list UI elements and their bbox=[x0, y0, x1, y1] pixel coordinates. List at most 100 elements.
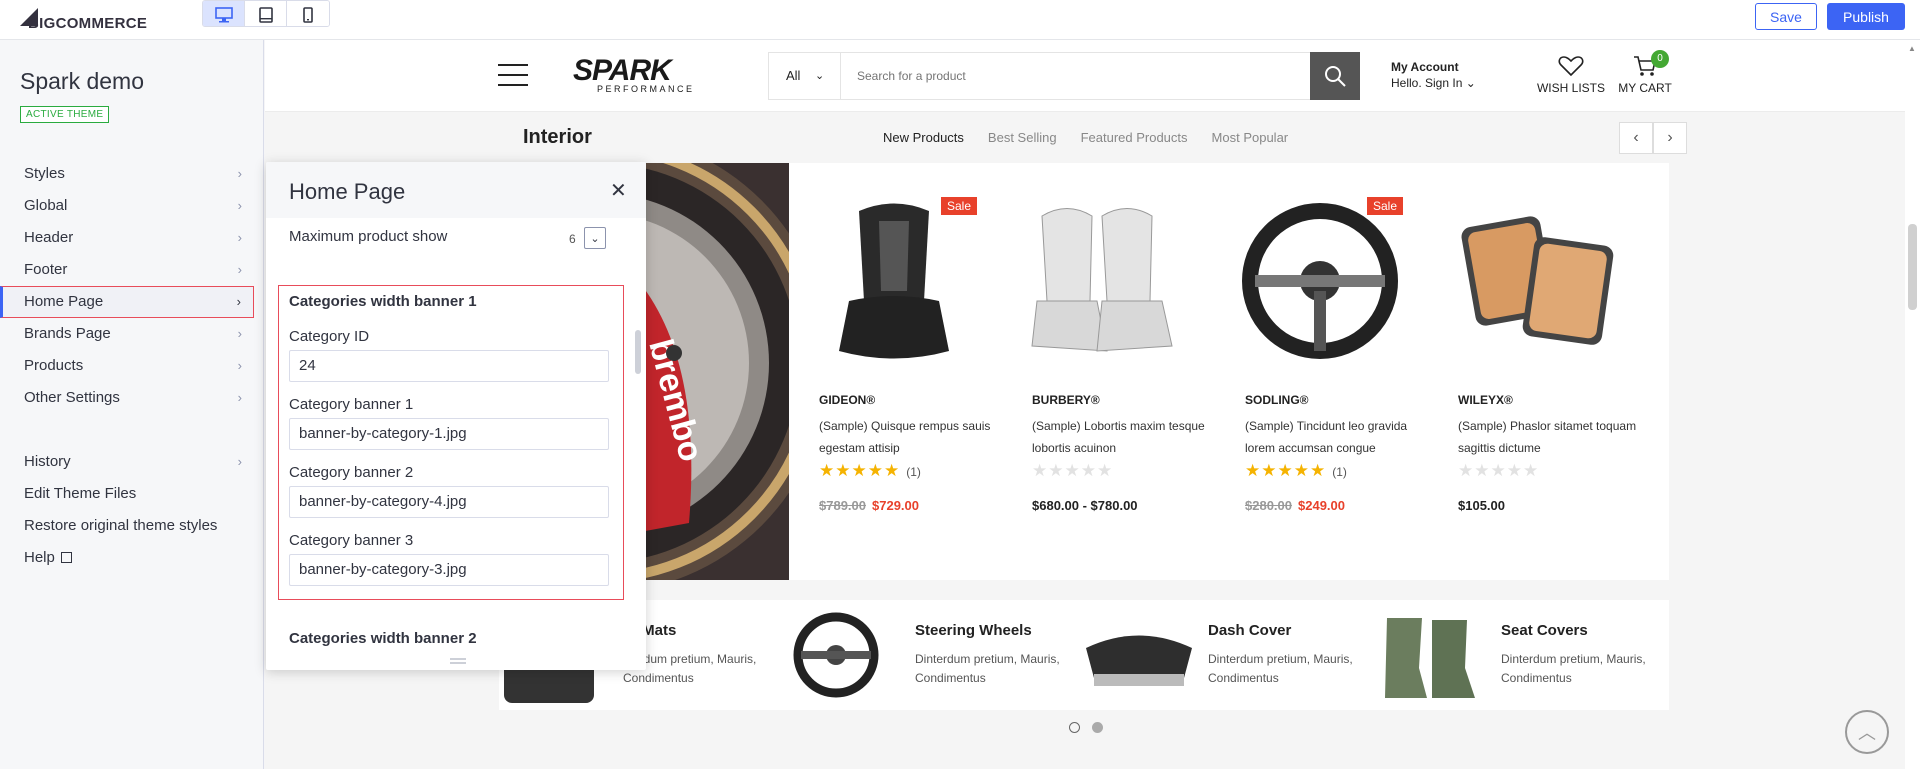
seat-covers-image bbox=[1385, 618, 1475, 698]
product-brand[interactable]: SODLING® bbox=[1245, 393, 1309, 407]
tab-featured-products[interactable]: Featured Products bbox=[1081, 130, 1188, 145]
sale-badge: Sale bbox=[1367, 197, 1404, 215]
panel-title: Home Page bbox=[289, 179, 406, 204]
device-switcher bbox=[202, 0, 330, 27]
chevron-right-icon: › bbox=[237, 166, 242, 181]
bigcommerce-logo[interactable]: BIGCOMMERCE bbox=[20, 8, 147, 32]
sidebar-item-label: Styles bbox=[24, 165, 65, 182]
sidebar-item-other-settings[interactable]: Other Settings › bbox=[0, 382, 254, 414]
logo-suffix: COMMERCE bbox=[55, 14, 148, 32]
carousel-arrows: ‹ › bbox=[1619, 122, 1687, 154]
product-price: $105.00 bbox=[1458, 498, 1505, 513]
max-product-dropdown[interactable]: ⌄ bbox=[584, 227, 606, 249]
search-input[interactable] bbox=[841, 53, 1301, 99]
product-card[interactable]: Sale GIDEON® (Sample) Quisque rempus sau… bbox=[789, 163, 999, 580]
group-title: Categories width banner 1 bbox=[289, 293, 477, 310]
category-banner-3-label: Category banner 3 bbox=[289, 532, 414, 549]
sidebar-item-products[interactable]: Products › bbox=[0, 350, 254, 382]
search-category-select[interactable]: All ⌄ bbox=[769, 53, 841, 99]
product-name[interactable]: (Sample) Phaslor sitamet toquam sagittis… bbox=[1458, 415, 1638, 459]
search-button[interactable] bbox=[1310, 52, 1360, 100]
dash-cover-image bbox=[1086, 635, 1192, 686]
product-card[interactable]: BURBERY® (Sample) Lobortis maxim tesque … bbox=[1002, 163, 1212, 580]
preview-scrollbar[interactable]: ▲ bbox=[1905, 40, 1920, 769]
category-card[interactable]: Seat Covers Dinterdum pretium, Mauris, C… bbox=[1377, 600, 1669, 710]
group-title: Categories width banner 2 bbox=[289, 630, 477, 647]
store-logo[interactable]: SPARK PERFORMANCE bbox=[573, 56, 695, 95]
rating-count: (1) bbox=[906, 465, 921, 479]
product-card[interactable]: Sale SODLING® (Sample) Tincidunt leo gra… bbox=[1215, 163, 1425, 580]
sidebar-item-styles[interactable]: Styles › bbox=[0, 158, 254, 190]
product-rating: ★★★★★ bbox=[1032, 461, 1113, 481]
tablet-view-button[interactable] bbox=[245, 1, 287, 26]
sidebar-item-help[interactable]: Help bbox=[0, 542, 254, 574]
panel-header: Home Page ✕ bbox=[266, 162, 646, 218]
product-card[interactable]: WILEYX® (Sample) Phaslor sitamet toquam … bbox=[1428, 163, 1638, 580]
pagination-dot[interactable] bbox=[1092, 722, 1103, 733]
tab-best-selling[interactable]: Best Selling bbox=[988, 130, 1057, 145]
category-desc: Dinterdum pretium, Mauris, Condimentus bbox=[1501, 652, 1646, 685]
sidebar-item-label: Help bbox=[24, 549, 55, 566]
tab-most-popular[interactable]: Most Popular bbox=[1212, 130, 1289, 145]
chevron-right-icon: › bbox=[237, 198, 242, 213]
sidebar-item-global[interactable]: Global › bbox=[0, 190, 254, 222]
sidebar-item-home-page[interactable]: Home Page › bbox=[0, 286, 254, 318]
desktop-icon bbox=[214, 6, 233, 22]
category-banner-1-label: Category banner 1 bbox=[289, 396, 414, 413]
sidebar-item-header[interactable]: Header › bbox=[0, 222, 254, 254]
category-banner-1-field[interactable]: banner-by-category-1.jpg bbox=[289, 418, 609, 450]
sidebar-item-brands-page[interactable]: Brands Page › bbox=[0, 318, 254, 350]
sidebar-item-edit-theme-files[interactable]: Edit Theme Files bbox=[0, 478, 254, 510]
sidebar-item-footer[interactable]: Footer › bbox=[0, 254, 254, 286]
product-name[interactable]: (Sample) Tincidunt leo gravida lorem acc… bbox=[1245, 415, 1425, 459]
desktop-view-button[interactable] bbox=[203, 1, 245, 26]
my-account[interactable]: My Account Hello. Sign In ⌄ bbox=[1391, 60, 1476, 90]
category-banner-3-field[interactable]: banner-by-category-3.jpg bbox=[289, 554, 609, 586]
sidebar-item-history[interactable]: History › bbox=[0, 446, 254, 478]
sidebar-item-label: Edit Theme Files bbox=[24, 485, 137, 502]
product-rating: ★★★★★ bbox=[1458, 461, 1539, 481]
product-price: $280.00 $249.00 bbox=[1245, 498, 1345, 513]
close-icon[interactable]: ✕ bbox=[610, 178, 627, 203]
store-header: SPARK PERFORMANCE All ⌄ My Account Hello.… bbox=[265, 40, 1905, 112]
mobile-view-button[interactable] bbox=[287, 1, 329, 26]
category-title: Steering Wheels bbox=[915, 622, 1032, 639]
chevron-right-icon: › bbox=[236, 294, 241, 309]
chevron-down-icon: ⌄ bbox=[590, 232, 600, 245]
active-theme-badge: ACTIVE THEME bbox=[20, 106, 110, 123]
category-banner-2-field[interactable]: banner-by-category-4.jpg bbox=[289, 486, 609, 518]
product-brand[interactable]: WILEYX® bbox=[1458, 393, 1513, 407]
panel-scrollbar[interactable] bbox=[634, 226, 644, 666]
sidebar-item-label: Products bbox=[24, 357, 84, 374]
home-page-settings-panel: Home Page ✕ Maximum product show 6 ⌄ Cat… bbox=[266, 162, 646, 670]
wishlist-label: WISH LISTS bbox=[1536, 81, 1605, 95]
publish-button[interactable]: Publish bbox=[1827, 3, 1905, 30]
drag-handle-icon[interactable] bbox=[450, 658, 466, 664]
scrollbar-thumb[interactable] bbox=[635, 330, 641, 374]
category-banner-2-label: Category banner 2 bbox=[289, 464, 414, 481]
product-brand[interactable]: BURBERY® bbox=[1032, 393, 1100, 407]
product-brand[interactable]: GIDEON® bbox=[819, 393, 875, 407]
product-name[interactable]: (Sample) Quisque rempus sauis egestam at… bbox=[819, 415, 999, 459]
theme-sidebar: Spark demo ACTIVE THEME Styles › Global › … bbox=[0, 40, 264, 769]
save-button[interactable]: Save bbox=[1755, 3, 1817, 30]
next-arrow-button[interactable]: › bbox=[1653, 122, 1687, 154]
hamburger-menu-icon[interactable] bbox=[498, 64, 528, 86]
wishlist-link[interactable]: WISH LISTS bbox=[1535, 54, 1607, 95]
back-to-top-button[interactable]: ︿ bbox=[1845, 710, 1889, 754]
brand-sub: PERFORMANCE bbox=[597, 84, 695, 94]
category-carousel: or Mats nterdum pretium, Mauris, Condime… bbox=[499, 600, 1669, 710]
category-card[interactable]: Dash Cover Dinterdum pretium, Mauris, Co… bbox=[1084, 600, 1376, 710]
product-name[interactable]: (Sample) Lobortis maxim tesque lobortis … bbox=[1032, 415, 1212, 459]
category-card[interactable]: Steering Wheels Dinterdum pretium, Mauri… bbox=[791, 600, 1083, 710]
scrollbar-thumb[interactable] bbox=[1908, 224, 1917, 310]
sidebar-item-restore-styles[interactable]: Restore original theme styles bbox=[0, 510, 254, 542]
cart-link[interactable]: 0 MY CART bbox=[1615, 50, 1675, 95]
sidebar-item-label: Footer bbox=[24, 261, 68, 278]
pagination-dot[interactable] bbox=[1069, 722, 1080, 733]
category-id-field[interactable]: 24 bbox=[289, 350, 609, 382]
prev-arrow-button[interactable]: ‹ bbox=[1619, 122, 1653, 154]
search-bar: All ⌄ bbox=[768, 52, 1360, 100]
tab-new-products[interactable]: New Products bbox=[883, 130, 964, 145]
sidebar-item-label: Home Page bbox=[24, 293, 104, 310]
